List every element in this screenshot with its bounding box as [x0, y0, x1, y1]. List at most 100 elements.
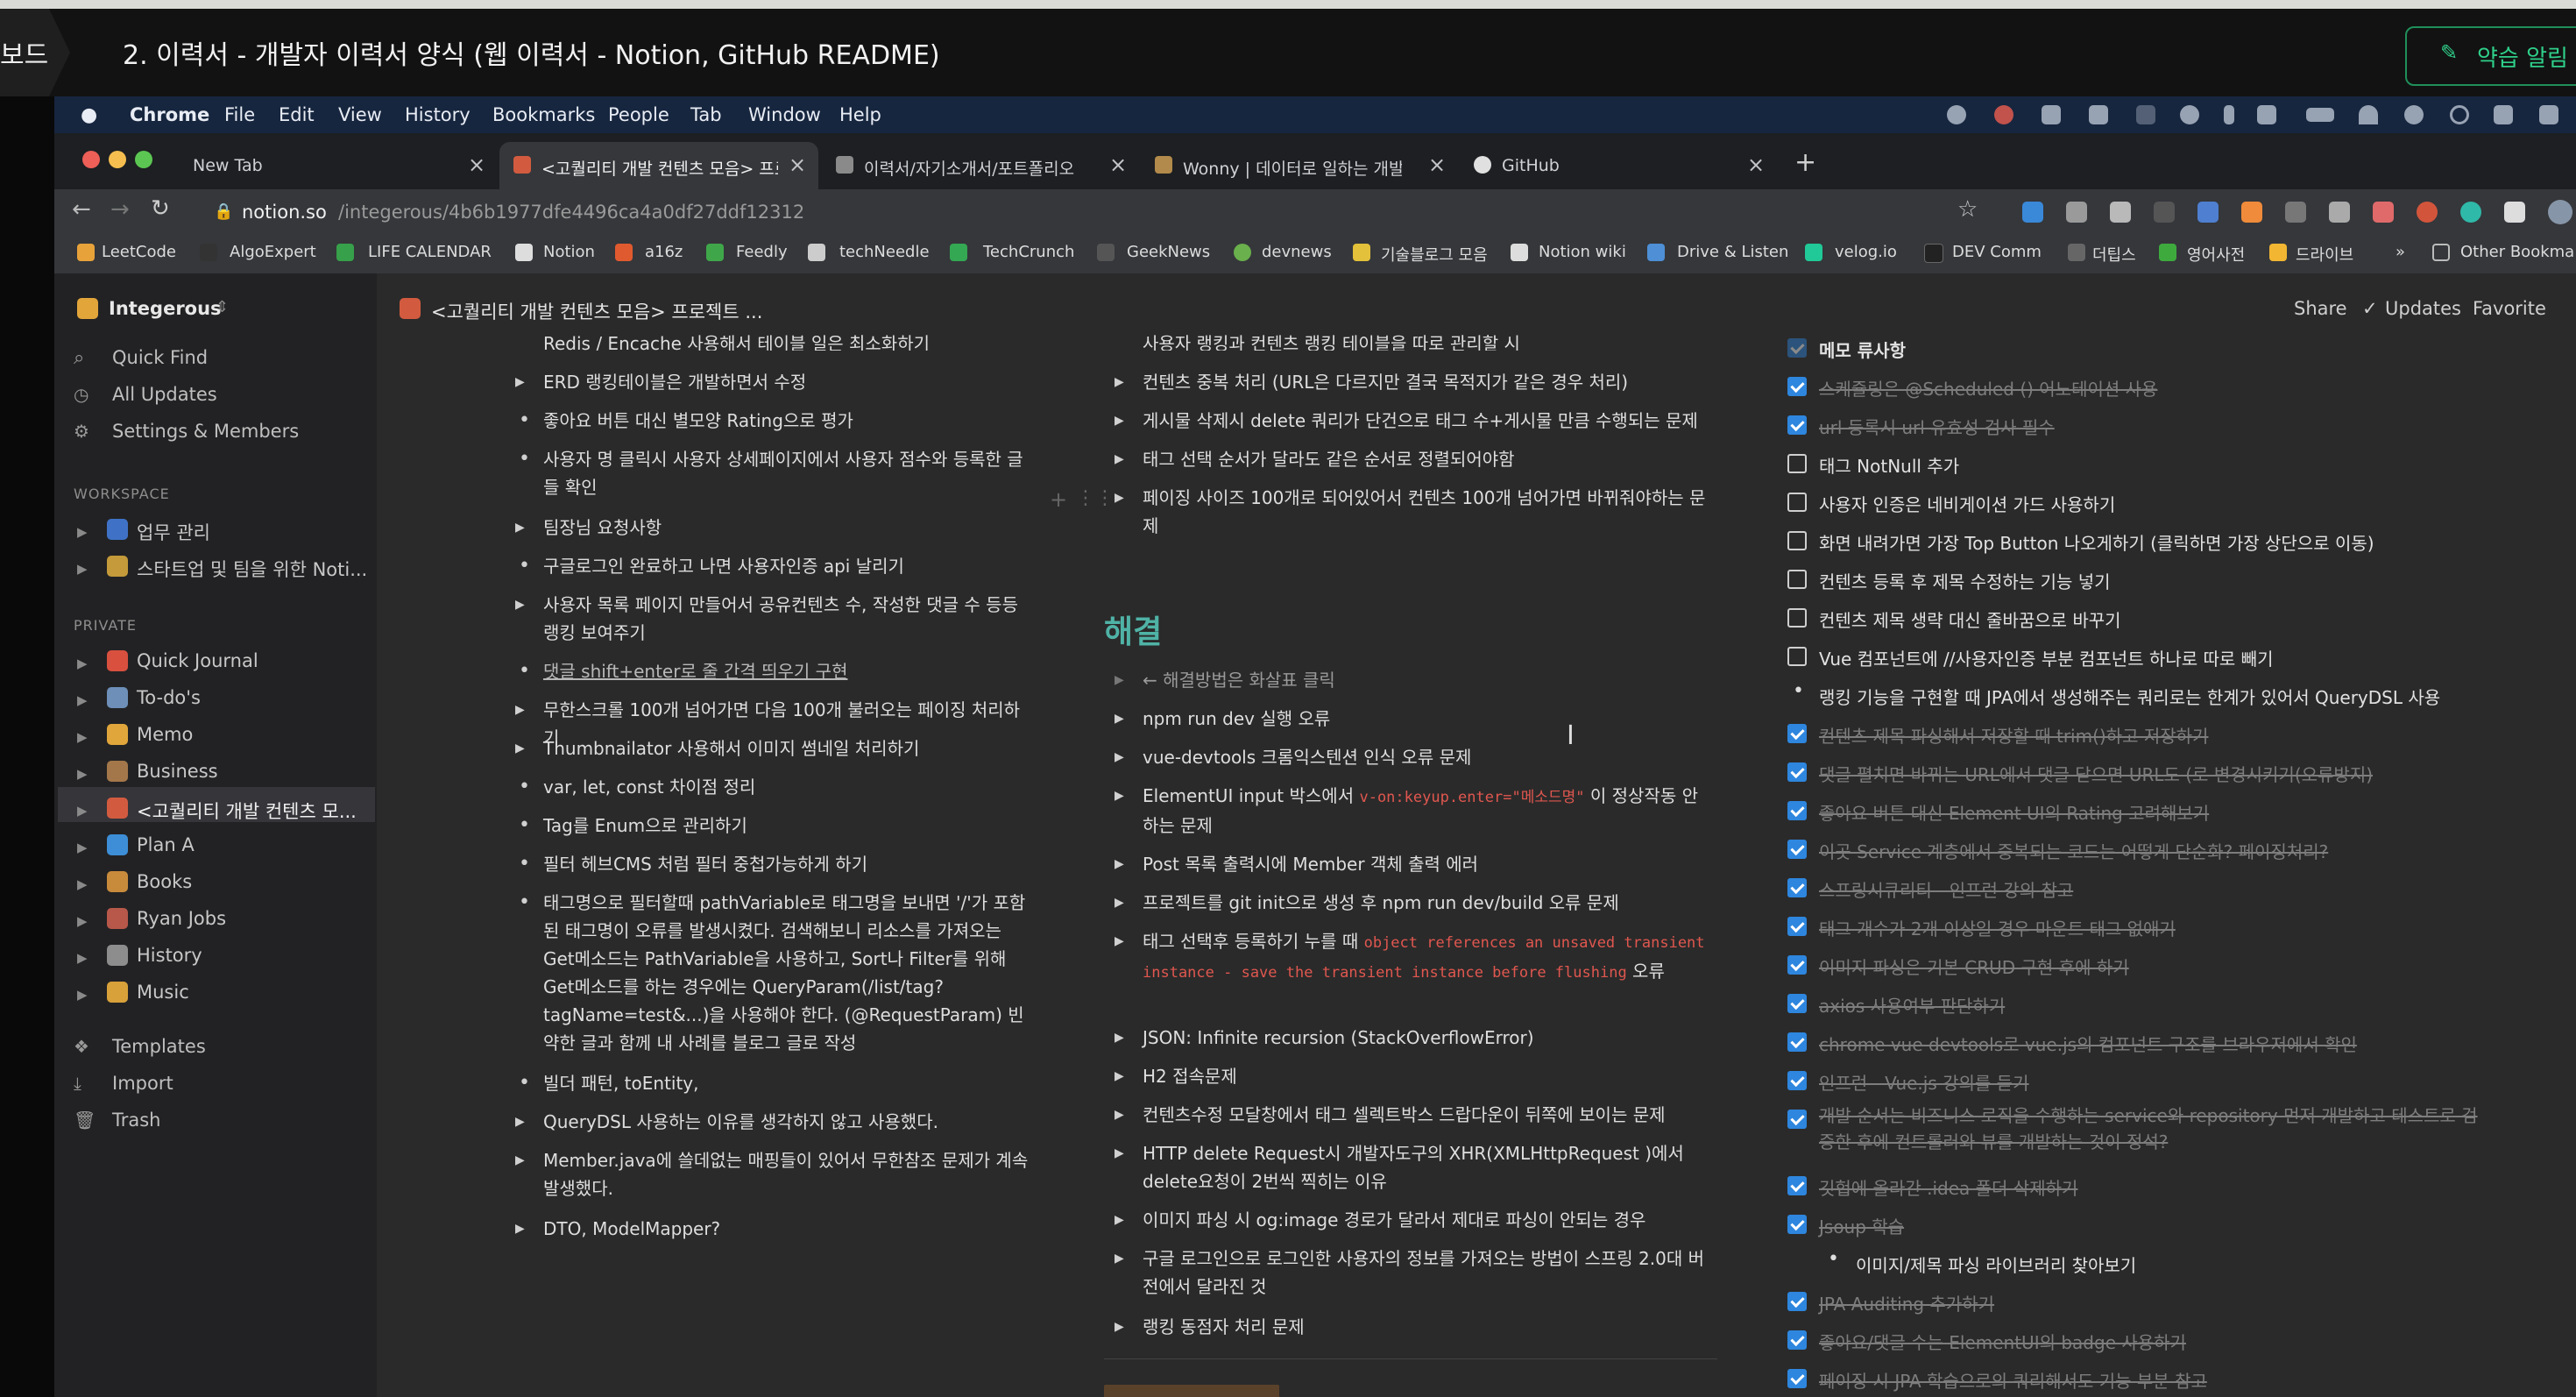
- templates-link[interactable]: Templates: [112, 1036, 206, 1057]
- drag-handle-icon[interactable]: ⋮⋮: [1076, 487, 1115, 509]
- toggle-triangle-icon[interactable]: ▶: [1115, 705, 1124, 733]
- menu-chrome[interactable]: Chrome: [130, 104, 209, 125]
- profile-avatar[interactable]: [2548, 200, 2572, 224]
- checkbox-checked[interactable]: [1787, 762, 1807, 782]
- expand-triangle-icon[interactable]: ▶: [77, 561, 88, 577]
- import-link[interactable]: Import: [112, 1073, 173, 1094]
- menu-help[interactable]: Help: [839, 104, 881, 125]
- toggle-item[interactable]: ▶ 사용자 목록 페이지 만들어서 공유컨텐츠 수, 작성한 댓글 수 등등 랭킹…: [515, 591, 1034, 647]
- toggle-triangle-icon[interactable]: ▶: [1115, 484, 1124, 512]
- checkbox-checked[interactable]: [1787, 1071, 1807, 1090]
- checkbox-checked[interactable]: [1787, 994, 1807, 1013]
- status-shield-icon[interactable]: [2042, 105, 2061, 124]
- expand-triangle-icon[interactable]: ▶: [77, 656, 88, 671]
- workspace-switcher[interactable]: Integerous: [109, 298, 222, 319]
- toggle-item[interactable]: ▶ 팀장님 요청사항: [515, 514, 1034, 542]
- tab-notion-contents[interactable]: <고퀄리티 개발 컨텐츠 모음> 프로 ×: [499, 142, 818, 189]
- checkbox-checked[interactable]: [1787, 840, 1807, 859]
- battery-icon[interactable]: [2306, 108, 2334, 122]
- study-alarm-button[interactable]: ✎ 약습 알림: [2405, 26, 2576, 86]
- toggle-item[interactable]: ▶ 컨텐츠 중복 처리 (URL은 다르지만 결국 목적지가 같은 경우 처리): [1115, 368, 1712, 396]
- checkbox-checked[interactable]: [1787, 1292, 1807, 1311]
- toggle-item[interactable]: ▶ 컨텐츠수정 모달창에서 태그 셀렉트박스 드랍다운이 뒤쪽에 보이는 문제: [1115, 1101, 1712, 1129]
- toggle-triangle-icon[interactable]: ▶: [1115, 1101, 1124, 1129]
- status-grid-icon[interactable]: [2089, 105, 2108, 124]
- checkbox-checked[interactable]: [1787, 917, 1807, 936]
- checkbox-checked[interactable]: [1787, 1215, 1807, 1234]
- bookmark-item[interactable]: LIFE CALENDAR: [368, 243, 492, 261]
- search-icon[interactable]: [2450, 105, 2469, 124]
- extension-red-icon[interactable]: [2373, 202, 2394, 223]
- expand-triangle-icon[interactable]: ▶: [77, 950, 88, 966]
- sidebar-page[interactable]: Ryan Jobs: [137, 908, 226, 929]
- toggle-triangle-icon[interactable]: ▶: [515, 514, 525, 542]
- bookmark-item[interactable]: velog.io: [1835, 243, 1897, 261]
- toggle-triangle-icon[interactable]: ▶: [1115, 850, 1124, 878]
- quick-find[interactable]: Quick Find: [112, 347, 208, 368]
- expand-triangle-icon[interactable]: ▶: [77, 729, 88, 745]
- menu-tab[interactable]: Tab: [690, 104, 722, 125]
- bullet-item[interactable]: • 구글로그인 완료하고 나면 사용자인증 api 날리기: [519, 552, 1034, 580]
- checkbox-checked[interactable]: [1787, 801, 1807, 820]
- menu-bookmarks[interactable]: Bookmarks: [492, 104, 595, 125]
- bookmark-item[interactable]: TechCrunch: [983, 243, 1074, 261]
- toggle-item[interactable]: ▶ 태그 선택 순서가 달라도 같은 순서로 정렬되어야함: [1115, 445, 1712, 473]
- toggle-triangle-icon[interactable]: ▶: [515, 368, 525, 396]
- address-bar[interactable]: 🔒 notion.so /integerous/4b6b1977dfe4496c…: [203, 197, 2008, 230]
- chevron-updown-icon[interactable]: ⇕: [216, 298, 229, 316]
- expand-triangle-icon[interactable]: ▶: [77, 876, 88, 892]
- tab-close-icon[interactable]: ×: [1747, 152, 1765, 177]
- sidebar-page[interactable]: 스타트업 및 팀을 위한 Noti...: [137, 556, 367, 582]
- status-record-icon[interactable]: [1994, 105, 2013, 124]
- checkbox-unchecked[interactable]: [1787, 454, 1807, 473]
- status-clock-icon[interactable]: [2180, 105, 2199, 124]
- menu-file[interactable]: File: [224, 104, 255, 125]
- toggle-triangle-icon[interactable]: ▶: [515, 696, 525, 724]
- bookmark-item[interactable]: 영어사전: [2187, 243, 2245, 266]
- menu-people[interactable]: People: [608, 104, 669, 125]
- toggle-item-code[interactable]: ▶ 태그 선택후 등록하기 누를 때 object references an u…: [1115, 927, 1712, 987]
- toggle-item[interactable]: ▶ Thumbnailator 사용해서 이미지 썸네일 처리하기: [515, 734, 1034, 762]
- extensions-puzzle-icon[interactable]: [2504, 202, 2525, 223]
- sidebar-page[interactable]: 업무 관리: [137, 519, 210, 545]
- toggle-item-code[interactable]: ▶ ElementUI input 박스에서 v-on:keyup.enter="…: [1115, 782, 1712, 840]
- toggle-item[interactable]: ▶ Post 목록 출력시에 Member 객체 출력 에러: [1115, 850, 1712, 878]
- checkbox-checked[interactable]: [1787, 415, 1807, 435]
- toggle-item[interactable]: ▶사용자 랭킹과 컨텐츠 랭킹 테이블을 따로 관리할 시: [1143, 330, 1712, 351]
- menu-list-icon[interactable]: [2539, 105, 2558, 124]
- toggle-triangle-icon[interactable]: ▶: [515, 1215, 525, 1243]
- bookmark-item[interactable]: LeetCode: [102, 243, 176, 261]
- bookmark-item[interactable]: Feedly: [736, 243, 788, 261]
- control-center-icon[interactable]: [2494, 105, 2513, 124]
- sidebar-page[interactable]: To-do's: [137, 687, 201, 708]
- extension-teal-icon[interactable]: [2460, 202, 2481, 223]
- bookmark-item[interactable]: a16z: [645, 243, 683, 261]
- checkbox-unchecked[interactable]: [1787, 493, 1807, 512]
- sidebar-page[interactable]: Memo: [137, 724, 193, 745]
- sidebar-page[interactable]: Business: [137, 761, 218, 782]
- back-arrow-icon[interactable]: ←: [72, 196, 91, 223]
- sidebar-page[interactable]: Quick Journal: [137, 650, 258, 671]
- bookmarks-overflow-button[interactable]: »: [2396, 243, 2405, 261]
- toggle-triangle-icon[interactable]: ▶: [1115, 927, 1124, 955]
- extension-circle-icon[interactable]: [2417, 202, 2438, 223]
- extension-twitter-icon[interactable]: [2022, 202, 2043, 223]
- expand-triangle-icon[interactable]: ▶: [77, 913, 88, 929]
- expand-triangle-icon[interactable]: ▶: [77, 692, 88, 708]
- favorite-button[interactable]: Favorite: [2473, 298, 2546, 319]
- toggle-triangle-icon[interactable]: ▶: [1115, 368, 1124, 396]
- bookmark-item[interactable]: Drive & Listen: [1677, 243, 1788, 261]
- back-tab-label[interactable]: 보드: [0, 33, 48, 72]
- checkbox-checked[interactable]: [1787, 1176, 1807, 1195]
- toggle-item[interactable]: ▶ Member.java에 쓸데없는 매핑들이 있어서 무한참조 문제가 계속 …: [515, 1146, 1034, 1202]
- tab-resume[interactable]: 이력서/자기소개서/포트폴리오 ×: [824, 142, 1134, 189]
- toggle-triangle-icon[interactable]: ▶: [1115, 445, 1124, 473]
- apple-icon[interactable]: ●: [81, 104, 97, 126]
- checkbox-checked[interactable]: [1787, 724, 1807, 743]
- extension-blue-icon[interactable]: [2197, 202, 2219, 223]
- toggle-item[interactable]: ▶ JSON: Infinite recursion (StackOverflow…: [1115, 1024, 1712, 1052]
- bookmark-item[interactable]: 더팁스: [2092, 243, 2136, 266]
- toggle-triangle-icon[interactable]: ▶: [515, 591, 525, 619]
- checkbox-checked[interactable]: [1787, 338, 1807, 358]
- tab-close-icon[interactable]: ×: [1428, 152, 1446, 177]
